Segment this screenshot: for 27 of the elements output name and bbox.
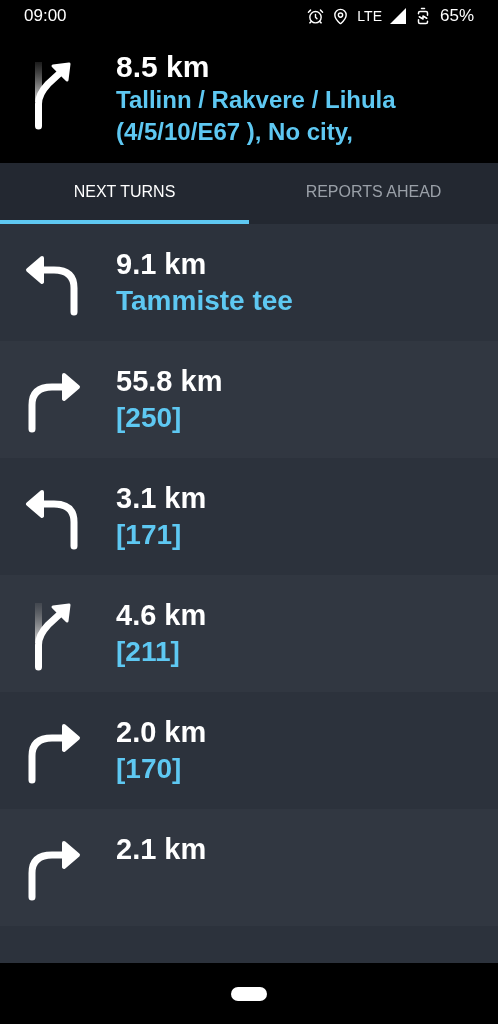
- location-icon: [332, 7, 350, 25]
- turn-street: [250]: [116, 401, 183, 435]
- battery-level: 65%: [439, 5, 474, 28]
- tab[interactable]: REPORTS AHEAD: [249, 163, 498, 224]
- turn-distance: 3.1 km: [116, 481, 207, 516]
- signal-icon: [389, 8, 406, 24]
- turn-row[interactable]: 3.1 km [171]: [0, 458, 498, 575]
- current-distance: 8.5 km: [116, 50, 211, 84]
- turn-street: [170]: [116, 752, 183, 786]
- turn-street: [211]: [116, 635, 181, 669]
- current-street: Tallinn / Rakvere / Lihula (4/5/10/E67 ), No city,: [116, 85, 397, 147]
- turn-distance: 2.1 km: [116, 832, 207, 867]
- network-type: LTE: [357, 6, 382, 26]
- turn-street: [171]: [116, 518, 183, 552]
- turn-distance: 2.0 km: [116, 715, 207, 750]
- turn-distance: 4.6 km: [116, 598, 207, 633]
- home-handle[interactable]: [231, 986, 267, 1001]
- turn-street: Tammiste tee: [116, 284, 293, 318]
- turn-distance: 9.1 km: [116, 247, 208, 282]
- turn-row[interactable]: 2.1 km: [0, 809, 498, 926]
- turn-row[interactable]: 9.1 km Tammiste tee: [0, 224, 498, 341]
- turn-distance: 55.8 km: [116, 364, 223, 399]
- turn-row[interactable]: 2.0 km [170]: [0, 692, 498, 809]
- turn-row[interactable]: 4.6 km [211]: [0, 575, 498, 692]
- turn-row[interactable]: 55.8 km [250]: [0, 341, 498, 458]
- alarm-icon: [307, 7, 325, 25]
- status-time: 09:00: [24, 5, 67, 28]
